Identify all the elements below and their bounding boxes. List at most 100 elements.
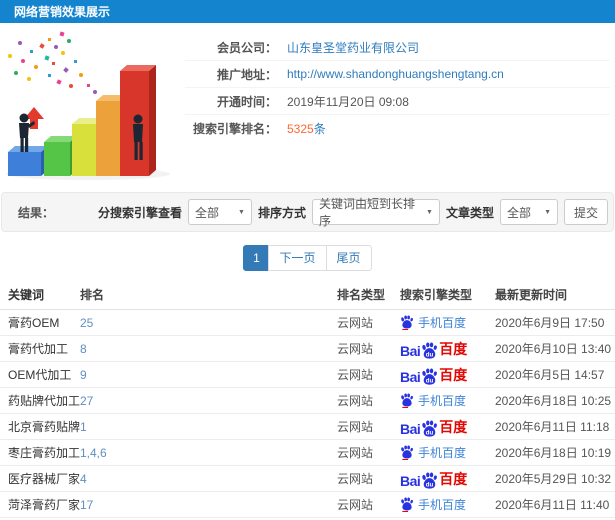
baidu-logo-du: du [426,351,434,358]
keyword-cell: 菏泽膏药厂家 [8,498,81,512]
article-type-select-value: 全部 [507,205,532,220]
rank-type-cell: 云网站 [337,498,374,512]
sort-select[interactable]: 关键词由短到长排序 ▼ [311,197,440,228]
results-table: 关键词 排名 排名类型 搜索引擎类型 最新更新时间 膏药OEM 25 云网站 手… [0,280,615,518]
engine-cell: Bai du 百度 [400,469,495,489]
baidu-paw-icon [401,315,413,330]
baidu-logo: Bai du 百度 [400,417,467,437]
rank-cell[interactable]: 8 [80,342,337,356]
mobile-baidu-logo: 手机百度 [400,314,466,331]
open-time-row: 开通时间： 2019年11月20日 09:08 [185,88,610,115]
baidu-paw-icon [401,445,413,460]
rank-cell[interactable]: 1,4,6 [80,446,337,460]
baidu-logo-bai: Bai [400,472,421,489]
engine-select-value: 全部 [194,205,219,220]
baidu-logo-bai: Bai [400,368,421,385]
mobile-baidu-logo: 手机百度 [400,496,466,513]
mobile-baidu-label: 手机百度 [418,316,467,330]
updated-cell: 2020年6月5日 14:57 [495,368,605,382]
table-header: 关键词 排名 排名类型 搜索引擎类型 最新更新时间 [0,280,615,310]
table-row: OEM代加工 9 云网站 Bai du 百度 2020年6月5日 14:57 [0,362,615,388]
company-label: 会员公司： [216,40,277,55]
promo-url-row: 推广地址： http://www.shandonghuangshengtang.… [185,61,610,88]
engine-cell: 手机百度 [400,496,495,513]
rank-type-cell: 云网站 [337,316,374,330]
page-title: 网络营销效果展示 [14,5,111,19]
rank-type-cell: 云网站 [337,394,374,408]
rank-header: 排名 [80,288,105,302]
engine-filter-label: 分搜索引擎查看 [97,205,182,220]
engine-cell: 手机百度 [400,392,495,409]
updated-cell: 2020年6月18日 10:19 [495,446,612,460]
engine-cell: 手机百度 [400,314,495,331]
keyword-cell: 枣庄膏药加工 [8,446,81,460]
engine-cell: Bai du 百度 [400,339,495,359]
baidu-paw-icon: du [422,472,438,489]
rank-cell[interactable]: 25 [80,316,337,330]
company-link[interactable]: 山东皇圣堂药业有限公司 [287,39,419,56]
rank-type-cell: 云网站 [337,368,374,382]
promo-url-label: 推广地址： [216,67,277,82]
sort-filter-label: 排序方式 [257,205,306,220]
chevron-down-icon: ▼ [238,208,245,216]
info-fields: 会员公司： 山东皇圣堂药业有限公司 推广地址： http://www.shand… [185,30,610,185]
filter-controls: 分搜索引擎查看 全部 ▼ 排序方式 关键词由短到长排序 ▼ 文章类型 全部 ▼ … [97,197,608,228]
table-row: 枣庄膏药加工 1,4,6 云网站 手机百度 2020年6月18日 10:19 [0,440,615,466]
sort-select-value: 关键词由短到长排序 [318,197,415,228]
baidu-logo-du: du [426,481,434,488]
mobile-baidu-label: 手机百度 [418,446,467,460]
company-row: 会员公司： 山东皇圣堂药业有限公司 [185,34,610,61]
info-section: 会员公司： 山东皇圣堂药业有限公司 推广地址： http://www.shand… [0,30,615,185]
keyword-cell: 医疗器械厂家 [8,472,81,486]
article-type-select[interactable]: 全部 ▼ [500,199,558,225]
baidu-logo-cn: 百度 [439,366,468,383]
article-type-label: 文章类型 [445,205,494,220]
engine-cell: 手机百度 [400,444,495,461]
baidu-logo: Bai du 百度 [400,469,467,489]
keyword-cell: 北京膏药贴牌 [8,420,81,434]
submit-button[interactable]: 提交 [564,199,608,225]
keyword-cell: OEM代加工 [8,368,72,382]
pagination: 1 下一页 尾页 [0,245,615,271]
growth-chart-image [6,31,170,180]
table-row: 膏药代加工 8 云网站 Bai du 百度 2020年6月10日 13:40 [0,336,615,362]
rank-type-header: 排名类型 [337,288,386,302]
table-row: 医疗器械厂家 4 云网站 Bai du 百度 2020年5月29日 10:32 [0,466,615,492]
rank-type-cell: 云网站 [337,446,374,460]
rank-type-cell: 云网站 [337,420,374,434]
rank-cell[interactable]: 4 [80,472,337,486]
baidu-logo: Bai du 百度 [400,365,467,385]
mobile-baidu-label: 手机百度 [418,498,467,512]
baidu-paw-icon [401,393,413,408]
keyword-header: 关键词 [8,288,45,302]
baidu-logo: Bai du 百度 [400,339,467,359]
rank-cell[interactable]: 27 [80,394,337,408]
updated-cell: 2020年6月11日 11:18 [495,420,610,434]
rank-type-cell: 云网站 [337,342,374,356]
rank-type-cell: 云网站 [337,472,374,486]
rank-cell[interactable]: 9 [80,368,337,382]
table-body: 膏药OEM 25 云网站 手机百度 2020年6月9日 17:50 膏药代加工 … [0,310,615,518]
engine-select[interactable]: 全部 ▼ [187,199,252,225]
rank-cell[interactable]: 17 [80,498,337,512]
next-page-button[interactable]: 下一页 [268,245,327,271]
updated-cell: 2020年6月9日 17:50 [495,316,605,330]
rank-cell[interactable]: 1 [80,420,337,434]
open-time-value: 2019年11月20日 09:08 [287,94,409,109]
baidu-logo-bai: Bai [400,420,421,437]
engine-cell: Bai du 百度 [400,365,495,385]
updated-cell: 2020年6月11日 11:40 [495,498,610,512]
ranking-count-row: 搜索引擎排名： 5325条 [185,115,610,142]
baidu-paw-icon: du [422,420,438,437]
updated-cell: 2020年6月10日 13:40 [495,342,612,356]
page-1-button[interactable]: 1 [243,245,270,271]
chevron-down-icon: ▼ [544,208,551,216]
last-page-button[interactable]: 尾页 [325,245,372,271]
keyword-cell: 膏药OEM [8,316,60,330]
mobile-baidu-logo: 手机百度 [400,444,466,461]
table-row: 膏药OEM 25 云网站 手机百度 2020年6月9日 17:50 [0,310,615,336]
promo-url-link[interactable]: http://www.shandonghuangshengtang.cn [287,67,504,81]
mobile-baidu-label: 手机百度 [418,394,467,408]
baidu-logo-cn: 百度 [439,470,468,487]
title-bar: 网络营销效果展示 [0,0,615,23]
